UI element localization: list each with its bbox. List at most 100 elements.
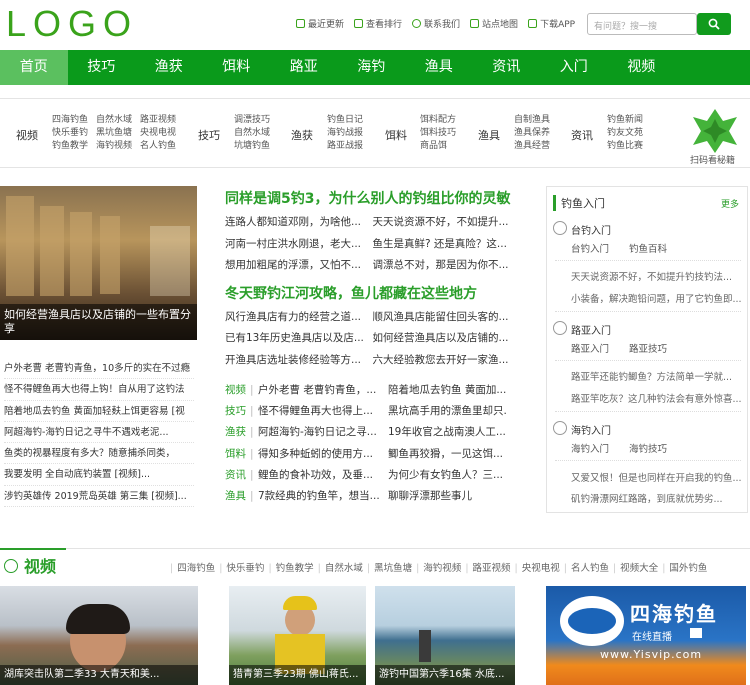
news-link[interactable]: 已有13年历史渔具店以及店... (225, 328, 373, 350)
search-input[interactable]: 有问题？搜一搜 (587, 13, 697, 35)
cat-link[interactable]: 四海钓鱼 (52, 114, 96, 127)
video-tab[interactable]: 路亚视频 (473, 563, 511, 574)
cat-link[interactable]: 路亚视频 (140, 114, 184, 127)
nav-bait[interactable]: 饵料 (203, 50, 271, 85)
more-link[interactable]: 更多 (721, 197, 739, 210)
cat-link[interactable]: 自制渔具 (514, 114, 558, 127)
video-thumbnail[interactable]: 游钓中国第六季16集 水底... (375, 586, 515, 685)
video-tab[interactable]: 名人钓鱼 (571, 563, 609, 574)
nav-beginner[interactable]: 入门 (540, 50, 608, 85)
cat-link[interactable]: 调漂技巧 (234, 114, 278, 127)
news-link[interactable]: 19年收官之战南澳人工... (388, 422, 508, 443)
row-tag[interactable]: 视频 (225, 380, 250, 401)
feature-image[interactable]: 如何经营渔具店以及店铺的一些布置分享 (0, 186, 197, 340)
nav-catch[interactable]: 渔获 (135, 50, 203, 85)
block-link[interactable]: 钓鱼百科 (629, 244, 667, 255)
nav-lure[interactable]: 路亚 (270, 50, 338, 85)
news-link[interactable]: 想用加粗尾的浮漂，又怕不... (225, 255, 373, 277)
top-link-app[interactable]: 下载APP (528, 17, 575, 30)
headline-1[interactable]: 同样是调5钓3，为什么别人的钓组比你的灵敏 (225, 188, 520, 212)
cat-link[interactable]: 饵料技巧 (420, 127, 464, 140)
video-tab[interactable]: 黑坑鱼塘 (374, 563, 412, 574)
video-tab[interactable]: 四海钓鱼 (177, 563, 215, 574)
block-link[interactable]: 路亚入门 (571, 344, 609, 355)
list-item[interactable]: 阿超海钓-海钓日记之寻牛不遇戏老泥... (4, 422, 194, 444)
list-item[interactable]: 涉钓英雄传 2019荒岛英雄 第三集 [视频]... (4, 486, 194, 508)
news-link[interactable]: 连路人都知道邓刚，为啥他... (225, 212, 373, 234)
block-link[interactable]: 台钓入门 (571, 244, 609, 255)
news-link[interactable]: 鲤鱼的食补功效，及垂... (258, 465, 388, 486)
video-caption[interactable]: 猎青第三季23期 佛山蒋氏... (229, 665, 366, 685)
row-tag[interactable]: 技巧 (225, 401, 250, 422)
video-tab[interactable]: 央视电视 (522, 563, 560, 574)
nav-sea[interactable]: 海钓 (338, 50, 406, 85)
block-text[interactable]: 又爱又恨！但是也同样在开启我的钓鱼... (571, 470, 743, 484)
block-title[interactable]: 台钓入门 (571, 222, 611, 237)
news-link[interactable]: 调漂总不对，那是因为你不... (373, 255, 521, 277)
news-link[interactable]: 阿超海钓-海钓日记之寻... (258, 422, 388, 443)
list-item[interactable]: 怪不得鲤鱼再大也得上钩！自从用了这钓法 (4, 379, 194, 401)
cat-link[interactable]: 央视电视 (140, 127, 184, 140)
news-link[interactable]: 天天说资源不好，不如提升... (373, 212, 521, 234)
cat-link[interactable]: 名人钓鱼 (140, 140, 184, 153)
news-link[interactable]: 7款经典的钓鱼竿，想当... (258, 486, 388, 507)
cat-label-gear[interactable]: 渔具 (478, 127, 500, 143)
news-link[interactable]: 河南一村庄洪水刚退，老大... (225, 234, 373, 256)
news-link[interactable]: 户外老曹 老曹钓青鱼，... (258, 380, 388, 401)
cat-link[interactable]: 钓鱼教学 (52, 140, 96, 153)
news-link[interactable]: 顺风渔具店能留住回头客的... (373, 307, 521, 329)
video-tab[interactable]: 自然水域 (325, 563, 363, 574)
block-title[interactable]: 海钓入门 (571, 422, 611, 437)
news-link[interactable]: 聊聊浮漂那些事儿 (388, 486, 508, 507)
cat-link[interactable]: 钓鱼比赛 (607, 140, 651, 153)
cat-link[interactable]: 海钓视频 (96, 140, 140, 153)
block-title[interactable]: 路亚入门 (571, 322, 611, 337)
news-link[interactable]: 得知多种蚯蚓的使用方... (258, 444, 388, 465)
block-text[interactable]: 路亚竿吃灰？这几种钓法会有意外惊喜... (571, 391, 743, 405)
headline-2[interactable]: 冬天野钓江河攻略，鱼儿都藏在这些地方 (225, 283, 520, 307)
cat-link[interactable]: 钓鱼新闻 (607, 114, 651, 127)
block-text[interactable]: 天天说资源不好，不如提升钓技钓法... (571, 269, 743, 283)
cat-link[interactable]: 渔具经营 (514, 140, 558, 153)
nav-news[interactable]: 资讯 (473, 50, 541, 85)
row-tag[interactable]: 饵料 (225, 444, 250, 465)
nav-gear[interactable]: 渔具 (405, 50, 473, 85)
video-tab[interactable]: 国外钓鱼 (669, 563, 707, 574)
feature-caption[interactable]: 如何经营渔具店以及店铺的一些布置分享 (0, 304, 197, 340)
list-item[interactable]: 陪着地瓜去钓鱼 黄面加轻麸上饵更容易 [视 (4, 401, 194, 422)
cat-link[interactable]: 坑塘钓鱼 (234, 140, 278, 153)
list-item[interactable]: 我要发明 全自动底钓装置 [视频]... (4, 464, 194, 486)
news-link[interactable]: 怪不得鲤鱼再大也得上... (258, 401, 388, 422)
site-logo[interactable]: LOGO (6, 4, 138, 44)
news-link[interactable]: 开渔具店选址装修经验等方... (225, 350, 373, 372)
cat-link[interactable]: 商品饵 (420, 140, 464, 153)
video-tab[interactable]: 海钓视频 (423, 563, 461, 574)
list-item[interactable]: 鱼类的视暴程度有多大？随意捕杀同类， (4, 443, 194, 465)
cat-link[interactable]: 路亚战报 (327, 140, 371, 153)
top-link-rank[interactable]: 查看排行 (354, 17, 402, 30)
block-link[interactable]: 海钓技巧 (629, 444, 667, 455)
row-tag[interactable]: 资讯 (225, 465, 250, 486)
video-thumbnail[interactable]: 湖库突击队第二季33 大青天和美... (0, 586, 198, 685)
news-link[interactable]: 为何少有女钓鱼人？三... (388, 465, 508, 486)
cat-link[interactable]: 钓友文苑 (607, 127, 651, 140)
nav-video[interactable]: 视频 (608, 50, 676, 85)
cat-link[interactable]: 自然水域 (96, 114, 140, 127)
cat-link[interactable]: 钓鱼日记 (327, 114, 371, 127)
top-link-sitemap[interactable]: 站点地图 (470, 17, 518, 30)
cat-link[interactable]: 渔具保养 (514, 127, 558, 140)
cat-link[interactable]: 饵料配方 (420, 114, 464, 127)
news-link[interactable]: 风行渔具店有力的经营之道... (225, 307, 373, 329)
block-text[interactable]: 小装备，解决跑铅问题，用了它钓鱼即... (571, 291, 743, 305)
cat-link[interactable]: 快乐垂钓 (52, 127, 96, 140)
video-tab[interactable]: 视频大全 (620, 563, 658, 574)
cat-link[interactable]: 黑坑鱼塘 (96, 127, 140, 140)
video-section-title[interactable]: 视频 (24, 553, 56, 577)
news-link[interactable]: 鱼生是真鲜? 还是真险？这... (373, 234, 521, 256)
news-link[interactable]: 如何经营渔具店以及店铺的... (373, 328, 521, 350)
cat-label-tips[interactable]: 技巧 (198, 127, 220, 143)
block-link[interactable]: 海钓入门 (571, 444, 609, 455)
video-thumbnail[interactable]: 猎青第三季23期 佛山蒋氏... (229, 586, 366, 685)
cat-label-catch[interactable]: 渔获 (291, 127, 313, 143)
video-caption[interactable]: 湖库突击队第二季33 大青天和美... (0, 665, 198, 685)
